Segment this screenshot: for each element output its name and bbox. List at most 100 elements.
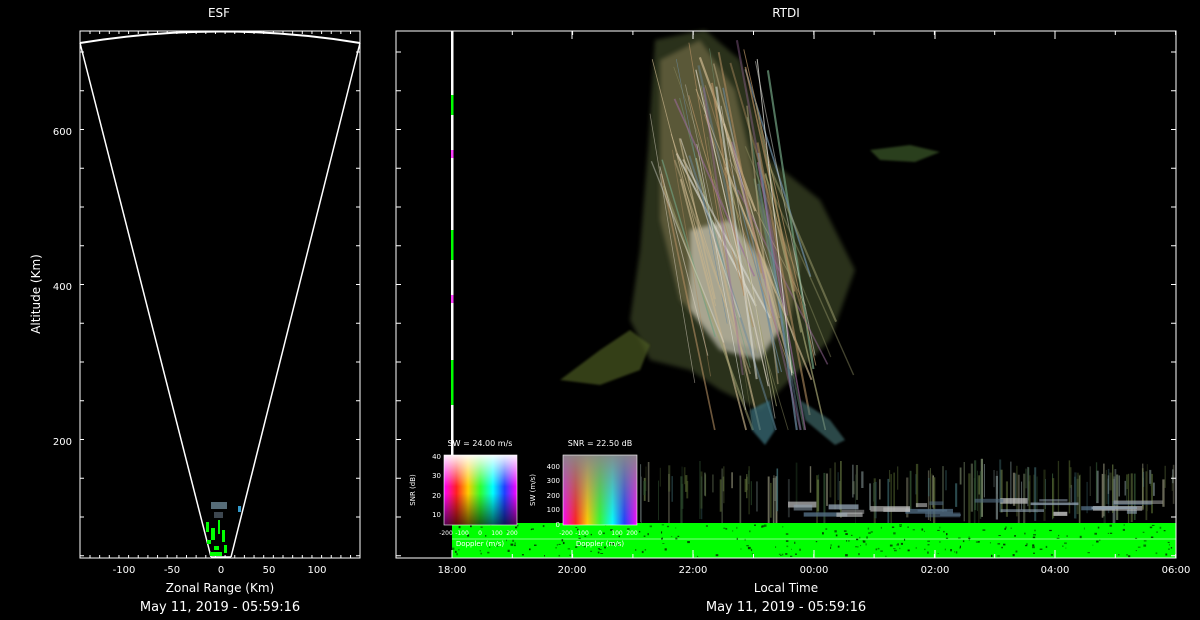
bottomside-layer (883, 507, 911, 512)
bottomside-streak (640, 476, 642, 531)
clutter-speckle (859, 536, 861, 539)
bottomside-layer (828, 504, 859, 510)
bottomside-streak (1172, 464, 1175, 504)
bottomside-streak (773, 475, 775, 531)
bottomside-streak (658, 480, 659, 521)
esf-xtick-label: -50 (164, 565, 180, 576)
rtdi-start-marker-segment (451, 295, 454, 303)
clutter-speckle (487, 551, 490, 554)
legend-snr-ytick: 300 (547, 477, 560, 485)
clutter-speckle (1025, 544, 1028, 547)
clutter-speckle (877, 547, 880, 550)
bottomside-layer (836, 512, 863, 517)
clutter-speckle (1122, 528, 1125, 531)
clutter-speckle (968, 539, 970, 541)
clutter-speckle (939, 526, 941, 529)
clutter-speckle (1142, 531, 1145, 533)
clutter-speckle (1003, 543, 1006, 546)
clutter-speckle (899, 547, 901, 550)
bottomside-streak (1010, 461, 1012, 505)
clutter-speckle (791, 548, 792, 550)
clutter-speckle (635, 549, 637, 551)
clutter-speckle (1033, 534, 1036, 536)
clutter-speckle (837, 545, 840, 548)
bottomside-streak (915, 463, 919, 508)
clutter-speckle (944, 548, 946, 551)
clutter-speckle (1155, 552, 1158, 555)
bottomside-streak (873, 483, 874, 502)
clutter-speckle (1062, 545, 1064, 547)
bottomside-streak (1089, 466, 1091, 496)
clutter-speckle (456, 553, 458, 556)
clutter-speckle (1143, 540, 1147, 542)
esf-timestamp: May 11, 2019 - 05:59:16 (140, 600, 300, 615)
bottomside-streak (685, 475, 688, 492)
bottomside-streak (643, 481, 646, 496)
bottomside-streak (823, 472, 826, 529)
clutter-speckle (962, 540, 965, 543)
clutter-speckle (843, 530, 847, 532)
esf-echo (222, 530, 225, 542)
clutter-speckle (649, 525, 652, 528)
bottomside-streak (963, 462, 965, 522)
bottomside-streak (945, 470, 947, 491)
bottomside-streak (712, 474, 714, 493)
legend-snr-xlabel: Doppler (m/s) (576, 540, 624, 548)
clutter-speckle (454, 550, 457, 553)
clutter-speckle (1123, 524, 1125, 526)
clutter-speckle (899, 526, 902, 527)
clutter-speckle (790, 555, 793, 557)
bottomside-streak (1028, 475, 1031, 513)
clutter-speckle (1156, 531, 1158, 533)
clutter-speckle (927, 551, 929, 554)
esf-echo (211, 528, 215, 540)
rtdi-xtick-label: 02:00 (921, 565, 950, 576)
clutter-speckle (599, 549, 602, 551)
clutter-speckle (855, 546, 857, 548)
bottomside-layer (793, 504, 813, 511)
clutter-speckle (825, 528, 828, 530)
clutter-speckle (664, 548, 667, 551)
bottomside-streak (816, 479, 820, 512)
clutter-speckle (975, 541, 979, 543)
clutter-speckle (950, 549, 952, 552)
rtdi-ground-clutter-line (452, 538, 1176, 540)
clutter-speckle (795, 553, 797, 555)
clutter-speckle (1066, 535, 1068, 537)
legend-snr-ylabel: SW (m/s) (529, 474, 537, 506)
clutter-speckle (937, 529, 940, 531)
clutter-speckle (899, 524, 902, 526)
rtdi-panel: RTDI 18:00 20:00 22:00 00:00 02:00 04:00… (395, 6, 1190, 615)
legend-sw-ytick: 10 (432, 511, 441, 519)
clutter-speckle (1058, 534, 1060, 537)
clutter-speckle (1032, 544, 1035, 547)
esf-xtick-label: 0 (218, 565, 224, 576)
bottomside-streak (1124, 480, 1126, 496)
bottomside-streak (977, 470, 978, 512)
radar-figure: ESF 200 400 600 -100 -50 0 50 100 Zonal … (29, 6, 1190, 615)
legend-sw-ylabel: SNR (dB) (409, 474, 417, 506)
clutter-speckle (1168, 548, 1170, 550)
esf-xtick-label: -100 (113, 565, 136, 576)
clutter-speckle (780, 555, 782, 556)
esf-ytick-label: 600 (53, 127, 72, 138)
bottomside-streak (974, 460, 977, 511)
bottomside-streak (748, 470, 750, 484)
clutter-speckle (723, 527, 726, 529)
clutter-speckle (578, 537, 581, 539)
clutter-speckle (1083, 527, 1085, 530)
clutter-speckle (1135, 550, 1137, 552)
bottomside-streak (890, 474, 892, 527)
bottomside-streak (719, 479, 722, 512)
esf-xtick-label: 100 (307, 565, 326, 576)
legend-snr-ytick: 0 (556, 521, 560, 529)
bottomside-streak (756, 481, 758, 512)
clutter-speckle (885, 555, 887, 557)
clutter-speckle (860, 545, 862, 547)
clutter-speckle (1024, 532, 1026, 535)
bottomside-streak (909, 470, 912, 510)
clutter-speckle (754, 524, 756, 526)
legend-snr-title: SNR = 22.50 dB (568, 439, 632, 448)
bottomside-streak (955, 483, 958, 507)
clutter-speckle (1092, 544, 1094, 546)
